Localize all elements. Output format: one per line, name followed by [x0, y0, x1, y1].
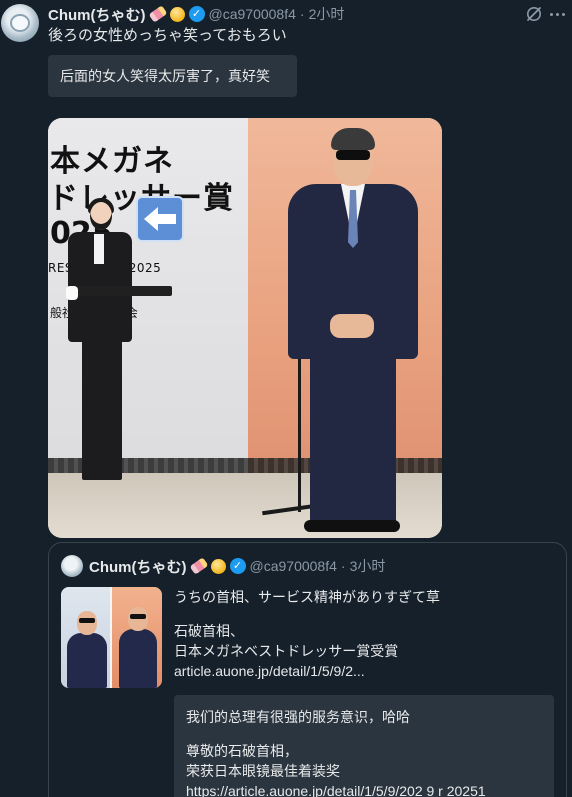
avatar-image: [10, 14, 30, 32]
quoted-tweet[interactable]: Chum(ちゃむ) ✓ @ca970008f4 · 3小时 うちの首相、サービス…: [48, 542, 567, 797]
quoted-author-name[interactable]: Chum(ちゃむ): [89, 556, 187, 577]
quoted-text-line: 日本メガネベストドレッサー賞受賞: [174, 643, 399, 659]
quoted-tweet-text: うちの首相、サービス精神がありすぎて草 石破首相、 日本メガネベストドレッサー賞…: [174, 587, 440, 681]
quoted-avatar[interactable]: [61, 555, 83, 577]
translation-line: 荣获日本眼镜最佳着装奖: [186, 763, 340, 779]
quoted-text-line: うちの首相、サービス精神がありすぎて草: [174, 589, 440, 605]
woman-figure: [82, 340, 122, 480]
coin-emoji-icon: [169, 6, 185, 22]
woman-figure: [90, 202, 112, 230]
grok-icon[interactable]: [524, 4, 544, 24]
translation-box: 后面的女人笑得太厉害了，真好笑: [48, 55, 297, 97]
man-figure: [331, 128, 375, 150]
translation-line: 尊敬的石破首相，: [186, 743, 298, 759]
quoted-text-line: 石破首相、: [174, 623, 244, 639]
woman-figure: [66, 286, 78, 300]
pencil-emoji-icon: [189, 557, 208, 575]
quoted-author-handle[interactable]: @ca970008f4: [250, 558, 337, 574]
man-figure: [67, 633, 107, 688]
verified-badge-icon[interactable]: ✓: [229, 558, 246, 574]
quoted-thumbnail[interactable]: [61, 587, 162, 688]
thumbnail-divider: [110, 587, 112, 688]
translation-link[interactable]: https://article.auone.jp/detail/1/5/9/20…: [186, 781, 554, 797]
man-figure: [330, 314, 374, 338]
quoted-tweet-header: Chum(ちゃむ) ✓ @ca970008f4 · 3小时: [89, 555, 385, 577]
pencil-emoji-icon: [148, 5, 167, 23]
man-figure: [128, 607, 148, 631]
man-figure: [119, 629, 157, 688]
sunglasses: [79, 618, 95, 623]
coin-emoji-icon: [210, 558, 226, 574]
tweet-header: Chum(ちゃむ) ✓ @ca970008f4 · 2小时: [48, 4, 344, 24]
author-name[interactable]: Chum(ちゃむ): [48, 4, 146, 25]
tweet[interactable]: Chum(ちゃむ) ✓ @ca970008f4 · 2小时 後ろの女性めっちゃ笑…: [0, 0, 572, 797]
more-icon[interactable]: [548, 5, 566, 23]
translation-text: 后面的女人笑得太厉害了，真好笑: [60, 68, 270, 84]
author-handle[interactable]: @ca970008f4: [209, 6, 296, 22]
tweet-photo[interactable]: 本メガネ ドレッサー賞 025 RES WARDS 2025 般社 県眼鏡協会: [48, 118, 442, 538]
avatar[interactable]: [1, 4, 39, 42]
left-arrow-icon: [136, 196, 184, 242]
man-figure: [310, 356, 396, 526]
man-figure: [304, 520, 400, 532]
woman-figure: [94, 234, 104, 264]
separator-dot: ·: [299, 6, 305, 22]
man-figure: [77, 611, 97, 635]
post-timestamp[interactable]: 2小时: [309, 4, 345, 24]
quoted-link[interactable]: article.auone.jp/detail/1/5/9/2...: [174, 661, 440, 681]
tweet-text: 後ろの女性めっちゃ笑っておもろい: [48, 27, 287, 44]
quoted-timestamp[interactable]: 3小时: [350, 556, 386, 576]
sunglasses: [336, 150, 370, 160]
separator-dot: ·: [340, 558, 346, 574]
translation-line: 我们的总理有很强的服务意识，哈哈: [186, 709, 410, 725]
verified-badge-icon[interactable]: ✓: [188, 6, 205, 22]
sunglasses: [130, 614, 146, 619]
quoted-translation-box: 我们的总理有很强的服务意识，哈哈 尊敬的石破首相， 荣获日本眼镜最佳着装奖 ht…: [174, 695, 554, 797]
tray: [76, 286, 172, 296]
